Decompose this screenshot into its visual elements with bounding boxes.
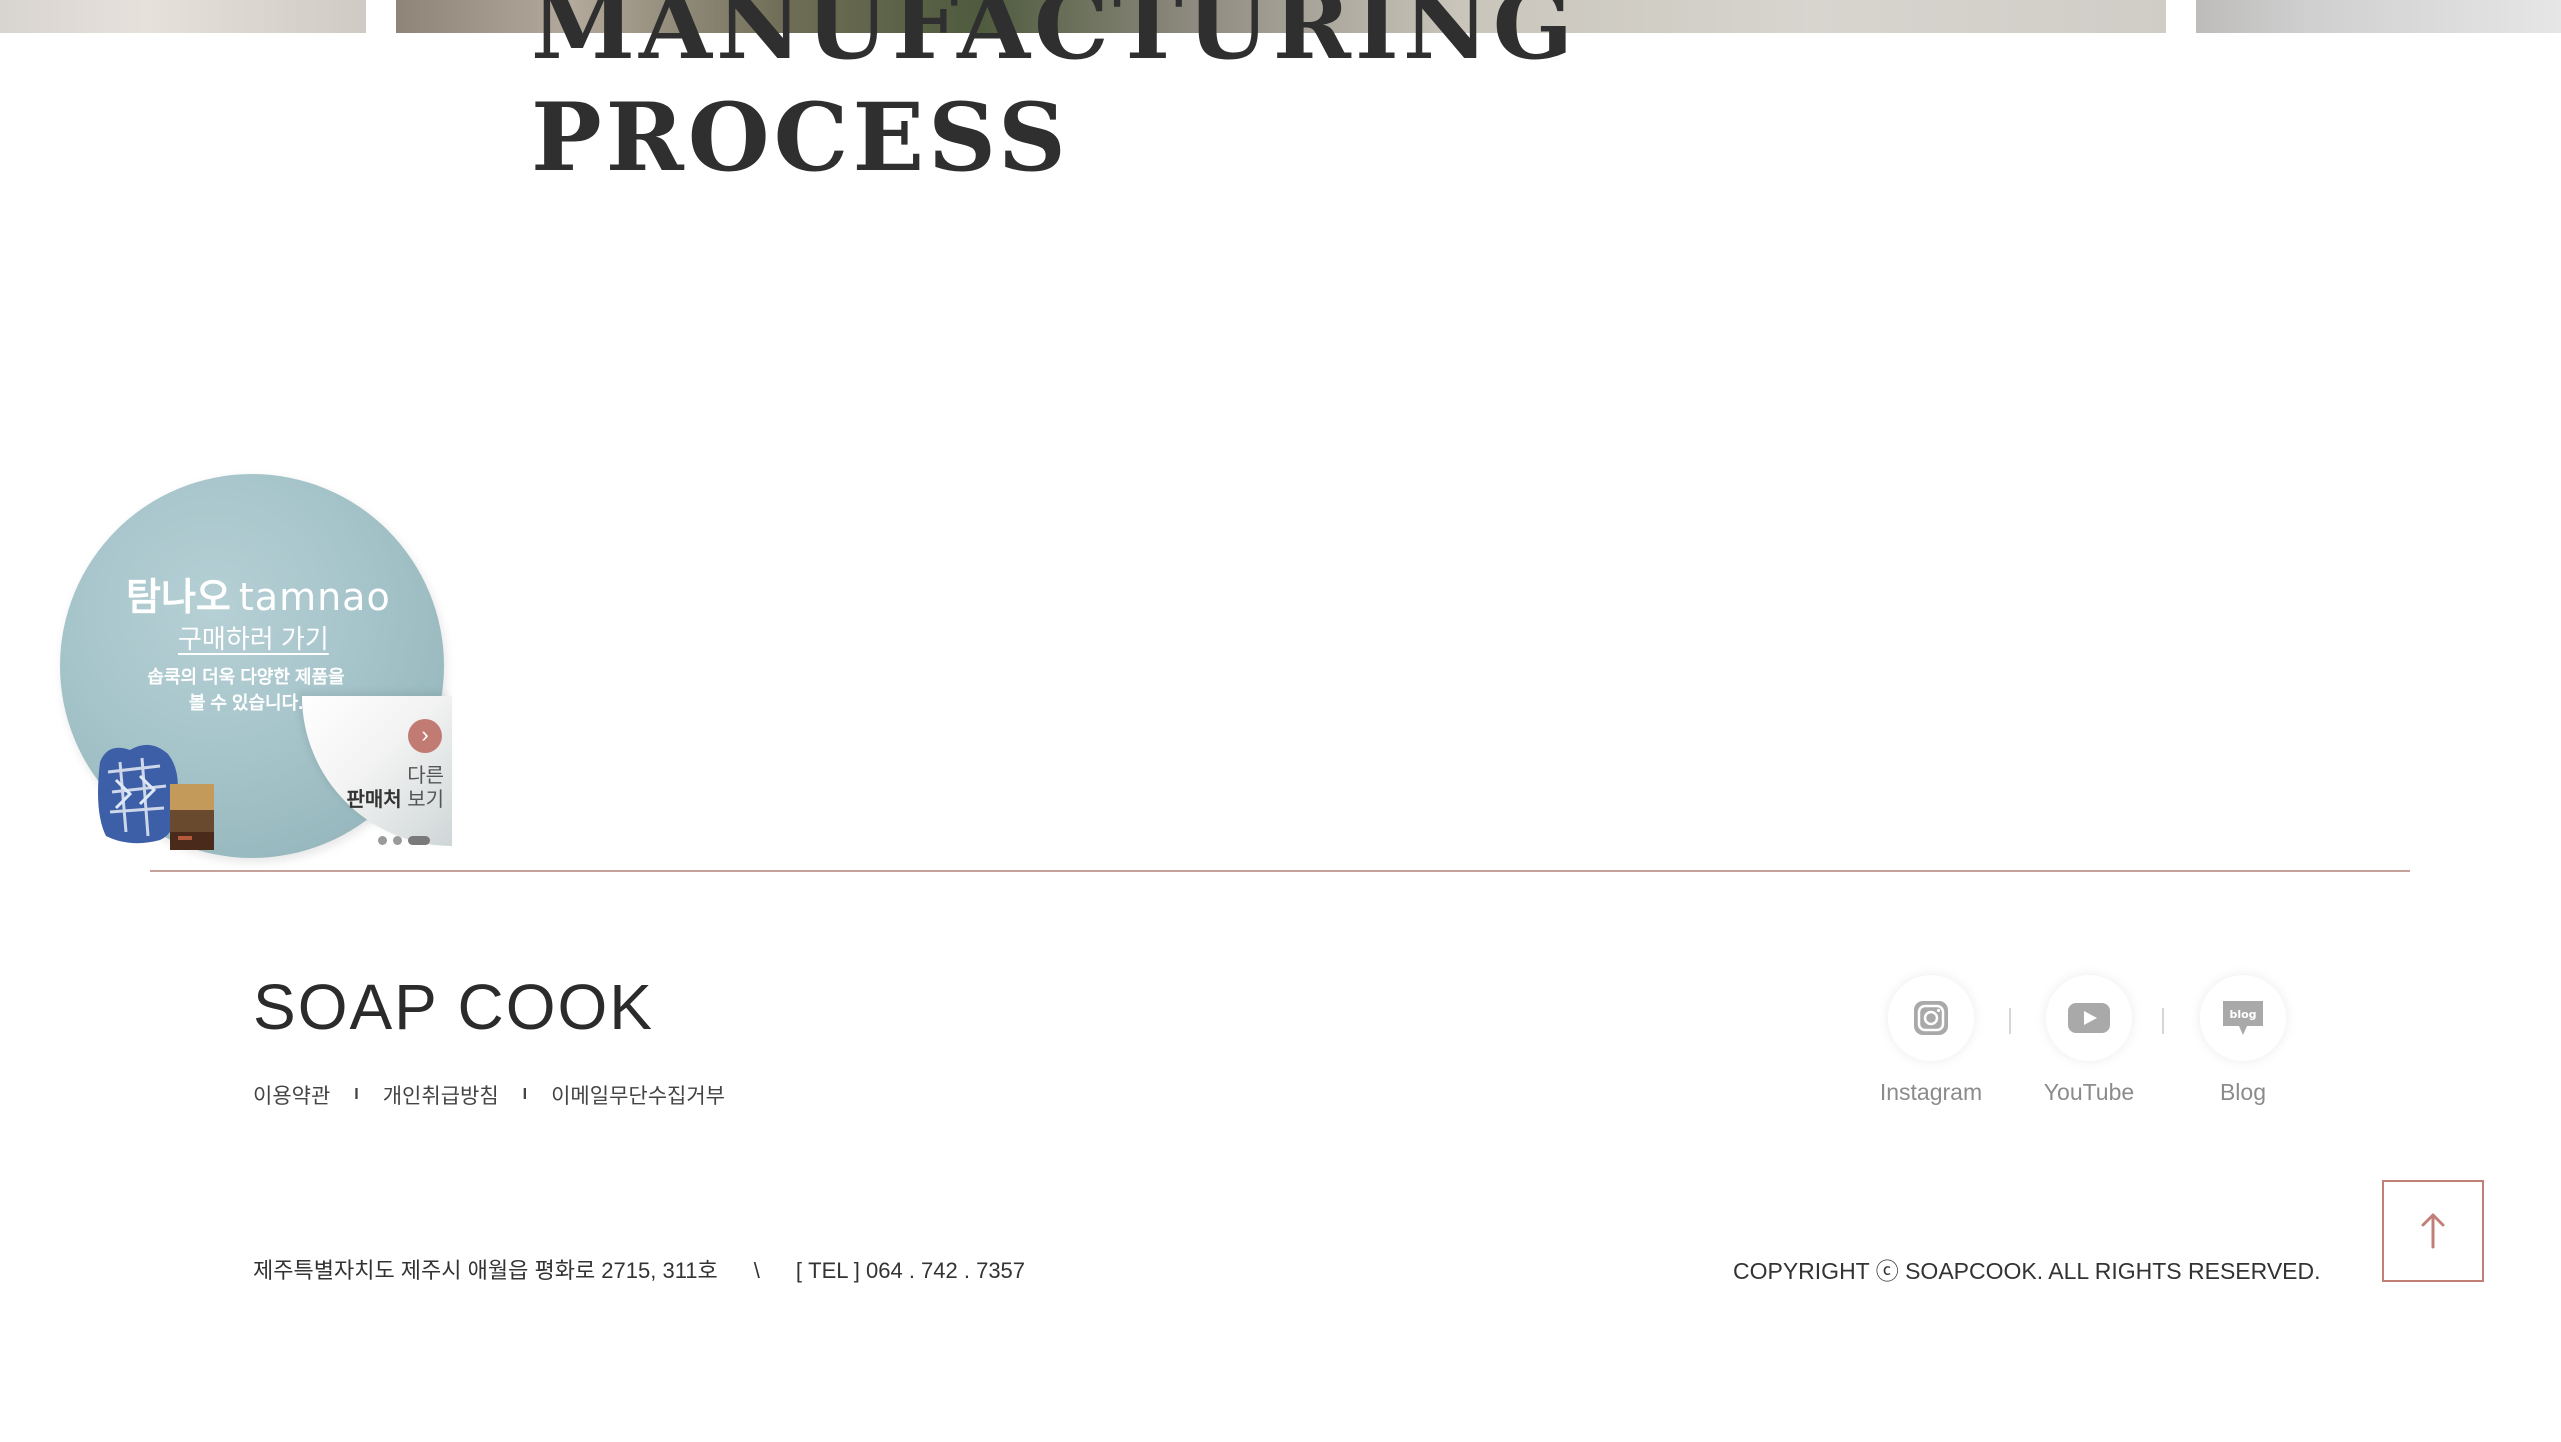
email-refusal-link[interactable]: 이메일무단수집거부 [551,1080,725,1110]
tamnao-banner[interactable]: 탐나오 tamnao 구매하러 가기 솝쿡의 더욱 다양한 제품을 볼 수 있습니… [60,474,452,866]
buy-link[interactable]: 구매하러 가기 [178,619,329,656]
copyright: COPYRIGHT ⓒ SOAPCOOK. ALL RIGHTS RESERVE… [1733,1258,2321,1284]
blog-icon[interactable]: blog [2200,975,2286,1061]
social-divider [2162,1008,2164,1034]
footer-links: 이용약관 I 개인취급방침 I 이메일무단수집거부 [253,1080,725,1110]
address-text: 제주특별자치도 제주시 애월읍 평화로 2715, 311호 [253,1258,718,1283]
section-title-line1: MANUFACTURING [531,0,1578,81]
other-stores-bold: 판매처 [346,789,402,811]
privacy-policy-link[interactable]: 개인취급방침 [383,1080,499,1110]
company-address: 제주특별자치도 제주시 애월읍 평화로 2715, 311호 \ [ TEL ] 0… [253,1253,1025,1285]
link-separator: I [522,1086,528,1103]
slide-pagination [378,836,430,845]
other-stores-rest: 보기 [401,789,444,811]
footer-divider [150,870,2410,872]
gallery-image-right [2196,0,2561,33]
social-blog[interactable]: blog Blog [2173,975,2313,1106]
instagram-label[interactable]: Instagram [1880,1079,1982,1106]
banner-description-line1: 솝쿡의 더욱 다양한 제품을 [147,667,345,687]
section-title: MANUFACTURING PROCESS [531,0,1577,194]
address-separator: \ [753,1258,760,1283]
terms-link[interactable]: 이용약관 [253,1080,330,1110]
banner-brand-ko: 탐나오 [126,577,231,619]
slide-dot-3-active[interactable] [408,836,430,845]
slide-dot-1[interactable] [378,836,387,845]
gallery-image-left [0,0,366,33]
section-title-line2: PROCESS [531,83,1070,193]
arrow-up-icon [2421,1213,2445,1249]
banner-brand: 탐나오 tamnao [126,566,391,621]
chevron-right-icon[interactable]: › [408,719,442,753]
product-package-image [98,744,214,850]
social-youtube[interactable]: YouTube [2019,975,2159,1106]
banner-description: 솝쿡의 더욱 다양한 제품을 볼 수 있습니다. [130,664,362,716]
blog-label[interactable]: Blog [2220,1079,2266,1106]
youtube-icon[interactable] [2046,975,2132,1061]
youtube-label[interactable]: YouTube [2044,1079,2134,1106]
link-separator: I [354,1086,359,1103]
banner-description-line2: 볼 수 있습니다. [188,693,304,713]
other-stores-line1: 다른 [407,765,444,787]
scroll-to-top-button[interactable] [2382,1180,2484,1282]
svg-text:blog: blog [2229,1008,2256,1021]
phone-number: [ TEL ] 064 . 742 . 7357 [795,1258,1026,1283]
footer-logo: SOAP COOK [253,971,654,1043]
social-divider [2009,1008,2011,1034]
other-stores-link[interactable]: 다른 판매처 보기 [346,764,444,812]
banner-brand-en: tamnao [238,575,391,619]
social-instagram[interactable]: Instagram [1861,975,2001,1106]
instagram-icon[interactable] [1888,975,1974,1061]
slide-dot-2[interactable] [393,836,402,845]
